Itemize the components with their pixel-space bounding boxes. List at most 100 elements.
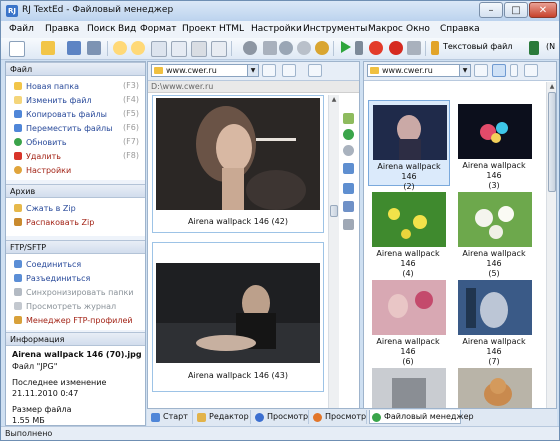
task-copy-files[interactable]: Копировать файлы [14,109,107,121]
section-header-ftp[interactable]: FTP/SFTP [6,240,145,254]
word-wrap-icon[interactable] [529,41,539,55]
section-header-archive[interactable]: Архив [6,184,145,198]
thumbnail-item[interactable]: Airena wallpack 146 (3) [454,100,536,190]
menu-search[interactable]: Поиск [87,24,116,34]
save-icon[interactable] [67,41,81,55]
toolbar-overflow-label[interactable]: (N [546,42,555,51]
record-macro-icon[interactable] [369,41,383,55]
file-tasks: Новая папка (F3) Изменить файл (F4) Копи… [6,76,145,180]
move-right-icon[interactable] [343,183,354,194]
tab-start[interactable]: Старт [149,410,193,424]
section-header-info[interactable]: Информация [6,332,145,346]
view-dropdown-button[interactable] [510,64,518,77]
thumbnail-item[interactable]: Airena wallpack 146 (4) [368,188,450,278]
folder-up-button[interactable] [308,64,322,77]
minimize-button[interactable]: – [479,2,503,18]
filter-button[interactable] [262,64,276,77]
stop-record-icon[interactable] [389,41,403,55]
delete-icon[interactable] [211,41,227,57]
path-combo[interactable]: www.cwer.ru ▼ [367,64,471,77]
path-combo[interactable]: www.cwer.ru ▼ [151,64,259,77]
folder-up-button[interactable] [524,64,538,77]
thumbnail-item[interactable]: Airena wallpack 146 (2) [368,100,450,191]
menu-view[interactable]: Вид [118,24,136,34]
task-zip[interactable]: Сжать в Zip [14,203,76,215]
go-right-icon[interactable] [343,129,354,140]
scroll-up-icon[interactable]: ▲ [329,95,339,105]
go-left-icon[interactable] [343,145,354,156]
open-folder-icon[interactable] [41,41,55,55]
task-new-folder[interactable]: Новая папка [14,81,79,93]
sync-arrows-icon[interactable] [343,113,354,124]
chevron-down-icon[interactable]: ▼ [247,65,258,76]
task-refresh[interactable]: Обновить [14,137,67,149]
tab-file-manager[interactable]: Файловый менеджер [369,410,474,424]
view-mode-button[interactable] [282,64,296,77]
task-edit-file[interactable]: Изменить файл [14,95,92,107]
task-ftp-profiles[interactable]: Менеджер FTP-профилей [14,315,133,327]
find-icon[interactable] [263,41,277,55]
transfer-icons [341,111,357,231]
menu-project[interactable]: Проект [182,24,216,34]
copy-right-icon[interactable] [343,163,354,174]
thumbnails-scrollbar[interactable]: ▲ ▼ [546,82,556,425]
chevron-down-icon[interactable]: ▼ [459,65,470,76]
scroll-thumb[interactable] [330,205,338,217]
task-unzip[interactable]: Распаковать Zip [14,217,94,229]
path-bar: www.cwer.ru ▼ [364,62,556,81]
task-move-files[interactable]: Переместить файлы [14,123,112,135]
tab-editor[interactable]: Редактор [195,410,251,424]
edit-icon[interactable] [343,201,354,212]
save-all-icon[interactable] [87,41,101,55]
dropdown-arrow-icon[interactable] [355,41,363,55]
play-macro-icon[interactable] [341,41,351,53]
info-size-label: Размер файла [12,405,72,414]
omega-icon[interactable] [297,41,311,55]
menu-file[interactable]: Файл [9,24,34,34]
thumbnail-item[interactable]: Airena wallpack 146 (5) [454,188,536,278]
menu-format[interactable]: Формат [140,24,177,34]
task-settings[interactable]: Настройки [14,165,71,177]
task-connect[interactable]: Соединиться [14,259,81,271]
record-shape-icon[interactable] [243,41,257,55]
tab-preview[interactable]: Просмотр [253,410,309,424]
menu-macro[interactable]: Макрос [368,24,403,34]
thumbnail-view-button[interactable] [492,64,506,77]
maximize-button[interactable]: □ [504,2,528,18]
task-delete[interactable]: Удалить [14,151,61,163]
redo-icon[interactable] [131,41,145,55]
menu-settings[interactable]: Настройки [251,24,302,34]
menu-help[interactable]: Справка [440,24,480,34]
menu-edit[interactable]: Правка [45,24,79,34]
thumbnail-item[interactable]: Airena wallpack 146 (7) [454,276,536,366]
delete-icon[interactable] [343,219,354,230]
menu-html[interactable]: HTML [219,24,244,34]
close-button[interactable]: ✕ [529,2,557,18]
task-disconnect[interactable]: Разъединиться [14,273,90,285]
section-header-file[interactable]: Файл [6,62,145,76]
new-file-icon[interactable] [9,41,25,57]
settings-gear-icon[interactable] [315,41,329,55]
editor-icon [197,413,206,422]
paste-icon[interactable] [191,41,207,57]
stop-macro-icon[interactable] [407,41,421,55]
document-type-label[interactable]: Текстовый файл [443,42,512,51]
menu-tools[interactable]: Инструменты [303,24,367,34]
preview-item[interactable]: Airena wallpack 146 (43) [152,242,324,392]
zip-icon [14,204,22,212]
search-icon[interactable] [279,41,293,55]
undo-icon[interactable] [113,41,127,55]
preview-item[interactable]: Airena wallpack 146 (42) [152,95,324,233]
filter-button[interactable] [474,64,488,77]
thumbnail-item[interactable]: Airena wallpack 146 (6) [368,276,450,366]
scroll-thumb[interactable] [548,92,556,192]
copy-icon[interactable] [171,41,187,57]
connect-icon [14,260,22,268]
cut-icon[interactable] [151,41,167,57]
tab-preview-firefox[interactable]: Просмотр [311,410,367,424]
scroll-up-icon[interactable]: ▲ [547,82,556,92]
menu-window[interactable]: Окно [406,24,430,34]
preview-scrollbar[interactable]: ▲ ▼ [328,95,339,423]
path-text: www.cwer.ru [166,66,217,75]
title-bar[interactable]: RJ RJ TextEd - Файловый менеджер – □ ✕ [1,1,559,21]
